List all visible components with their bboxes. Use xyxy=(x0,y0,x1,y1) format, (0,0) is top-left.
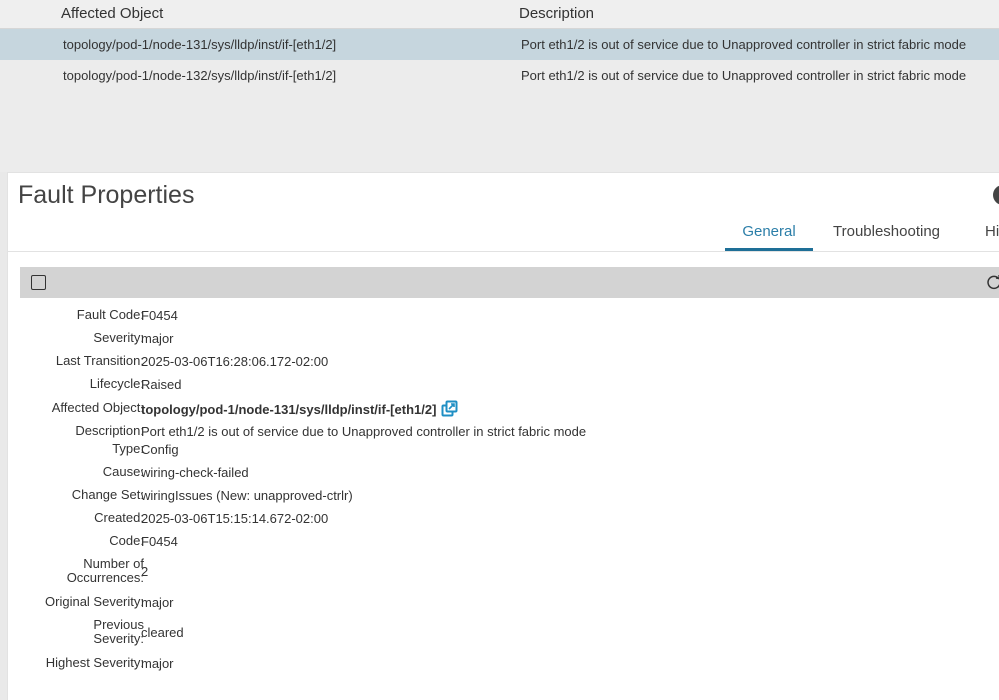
tab-troubleshooting[interactable]: Troubleshooting xyxy=(833,223,940,248)
external-link-icon[interactable] xyxy=(441,400,458,417)
tab-history[interactable]: Hi xyxy=(985,223,999,248)
prop-value: major xyxy=(141,595,174,610)
prop-value: major xyxy=(141,331,174,346)
prop-value: F0454 xyxy=(141,308,178,323)
prop-label: Fault Code: xyxy=(76,307,144,322)
prop-label: Created: xyxy=(94,510,144,525)
prop-label-line2: Severity: xyxy=(93,631,144,646)
checkbox-icon[interactable] xyxy=(31,275,46,290)
panel-title: Fault Properties xyxy=(18,181,195,209)
prop-value: wiring-check-failed xyxy=(141,465,249,480)
prop-value: 2 xyxy=(141,564,149,579)
prop-value: 2025-03-06T15:15:14.672-02:00 xyxy=(141,511,329,526)
prop-label: Severity: xyxy=(93,330,144,345)
faults-table: Affected Object Description topology/pod… xyxy=(0,0,999,172)
prop-label: Number of Occurrences: xyxy=(9,557,144,585)
prop-label: Highest Severity: xyxy=(45,655,144,670)
tab-bar: General Troubleshooting Hi xyxy=(8,219,999,252)
fault-properties-panel: Fault Properties General Troubleshooting… xyxy=(7,172,999,700)
refresh-icon[interactable] xyxy=(986,274,999,290)
prop-value: major xyxy=(141,656,174,671)
prop-label: Lifecycle: xyxy=(89,376,144,391)
prop-value: Port eth1/2 is out of service due to Una… xyxy=(141,424,587,439)
column-header-description[interactable]: Description xyxy=(519,5,594,22)
prop-label-line1: Number of xyxy=(83,556,144,571)
affected-object-link[interactable]: topology/pod-1/node-131/sys/lldp/inst/if… xyxy=(141,402,436,417)
prop-value-wrap: topology/pod-1/node-131/sys/lldp/inst/if… xyxy=(141,400,458,417)
cell-affected-object: topology/pod-1/node-131/sys/lldp/inst/if… xyxy=(63,37,337,52)
cell-description: Port eth1/2 is out of service due to Una… xyxy=(521,68,967,83)
prop-label: Affected Object: xyxy=(51,400,144,415)
prop-label: Change Set: xyxy=(71,487,144,502)
prop-value: F0454 xyxy=(141,534,178,549)
prop-value: cleared xyxy=(141,625,184,640)
column-header-affected-object[interactable]: Affected Object xyxy=(61,5,163,22)
prop-label: Previous Severity: xyxy=(9,618,144,646)
prop-label: Cause: xyxy=(102,464,144,479)
prop-value: 2025-03-06T16:28:06.172-02:00 xyxy=(141,354,329,369)
prop-label: Description: xyxy=(75,423,144,438)
tab-general[interactable]: General xyxy=(725,223,813,251)
table-row[interactable]: topology/pod-1/node-131/sys/lldp/inst/if… xyxy=(0,29,999,60)
cell-description: Port eth1/2 is out of service due to Una… xyxy=(521,37,967,52)
prop-label: Original Severity: xyxy=(45,594,144,609)
cell-affected-object: topology/pod-1/node-132/sys/lldp/inst/if… xyxy=(63,68,337,83)
prop-label-line2: Occurrences: xyxy=(66,570,144,585)
prop-value: Raised xyxy=(141,377,182,392)
prop-value: Config xyxy=(141,442,179,457)
prop-label: Type: xyxy=(112,441,144,456)
prop-label: Last Transition: xyxy=(55,353,144,368)
close-icon[interactable] xyxy=(993,185,999,205)
table-row[interactable]: topology/pod-1/node-132/sys/lldp/inst/if… xyxy=(0,60,999,91)
properties-toolbar xyxy=(20,267,999,298)
prop-label-line1: Previous xyxy=(93,617,144,632)
prop-value: wiringIssues (New: unapproved-ctrlr) xyxy=(141,488,353,503)
table-header: Affected Object Description xyxy=(0,0,999,29)
prop-label: Code: xyxy=(109,533,144,548)
